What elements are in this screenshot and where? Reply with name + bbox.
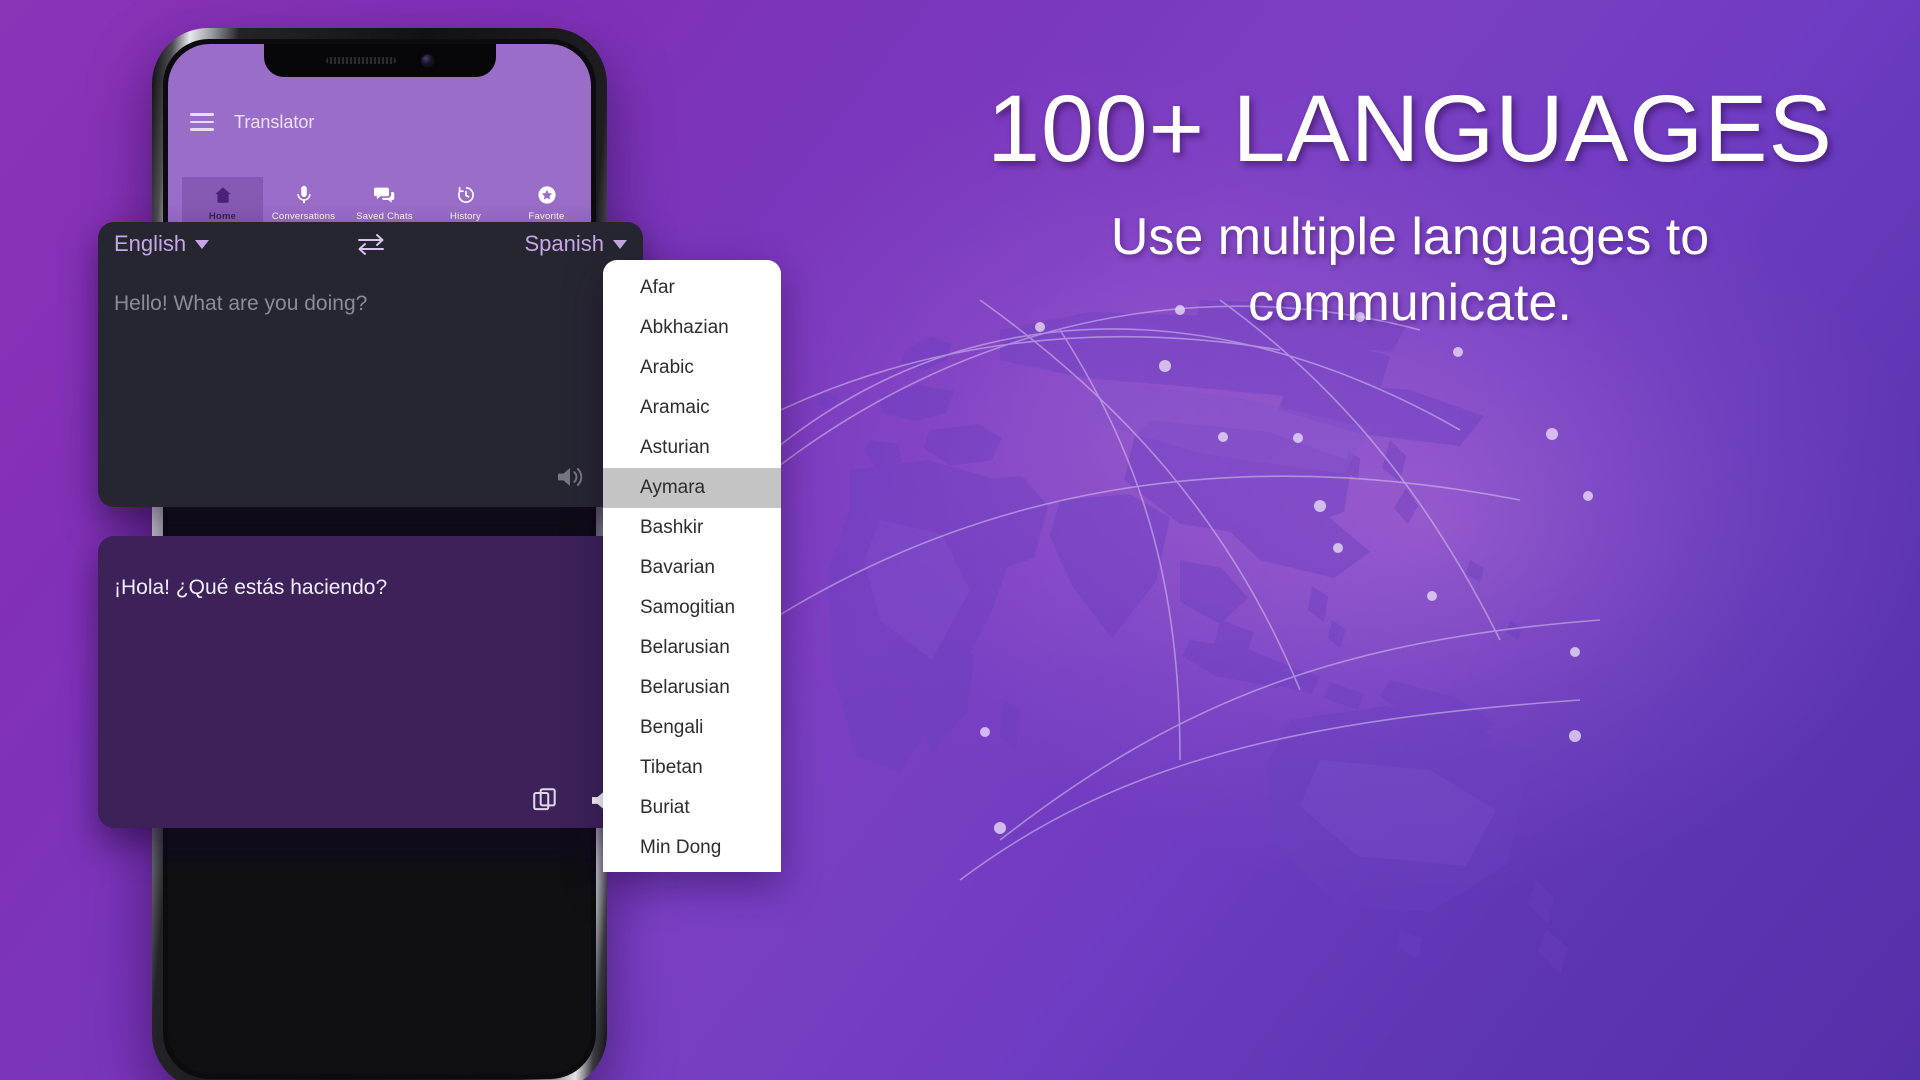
language-option[interactable]: Asturian xyxy=(603,428,781,468)
nav-tab-label: Favorite xyxy=(528,211,565,222)
language-option[interactable]: Bavarian xyxy=(603,548,781,588)
hamburger-menu-icon[interactable] xyxy=(190,113,214,131)
chevron-down-icon xyxy=(613,239,627,249)
language-option[interactable]: Arabic xyxy=(603,348,781,388)
clock-history-icon xyxy=(455,184,477,206)
earpiece-speaker-icon xyxy=(326,57,396,64)
language-option[interactable]: Afar xyxy=(603,268,781,308)
hamburger-line xyxy=(190,128,214,131)
home-icon xyxy=(212,184,234,206)
copy-translation-button[interactable] xyxy=(531,786,559,814)
language-option[interactable]: Abkhazian xyxy=(603,308,781,348)
source-input-placeholder: Hello! What are you doing? xyxy=(114,292,368,315)
speaker-icon xyxy=(558,468,583,486)
swap-languages-button[interactable] xyxy=(353,231,389,257)
app-top-bar: Translator xyxy=(190,102,569,142)
language-option[interactable]: Samogitian xyxy=(603,588,781,628)
promo-text-block: 100+ LANGUAGES Use multiple languages to… xyxy=(940,76,1880,336)
nav-tab-label: Home xyxy=(208,211,237,222)
translated-output-text: ¡Hola! ¿Qué estás haciendo? xyxy=(114,576,388,599)
language-option[interactable]: Buriat xyxy=(603,788,781,828)
language-option[interactable]: Belarusian xyxy=(603,668,781,708)
source-translation-card: English Spanish Hello! What are you doin… xyxy=(98,222,643,507)
promo-banner: 100+ LANGUAGES Use multiple languages to… xyxy=(0,0,1920,1080)
hamburger-line xyxy=(190,120,214,124)
language-option[interactable]: Belarusian xyxy=(603,628,781,668)
front-camera-icon xyxy=(422,55,433,66)
language-option[interactable]: Aramaic xyxy=(603,388,781,428)
target-language-selector[interactable]: Spanish xyxy=(524,231,627,257)
nav-tab-label: History xyxy=(450,211,481,222)
hamburger-line xyxy=(190,113,214,116)
target-translation-card: ¡Hola! ¿Qué estás haciendo? xyxy=(98,536,643,828)
microphone-icon xyxy=(293,184,315,206)
target-language-label: Spanish xyxy=(524,231,604,256)
nav-tab-label: Conversations xyxy=(271,211,336,222)
language-option[interactable]: Bengali xyxy=(603,708,781,748)
language-option[interactable]: Tibetan xyxy=(603,748,781,788)
copy-icon xyxy=(533,788,556,811)
promo-subtitle-line-1: Use multiple languages to xyxy=(1110,207,1710,266)
source-text-area[interactable]: Hello! What are you doing? xyxy=(98,266,643,507)
source-language-label: English xyxy=(114,231,187,256)
phone-notch xyxy=(263,44,496,77)
source-language-selector[interactable]: English xyxy=(114,231,210,257)
source-speaker-button[interactable] xyxy=(555,464,587,495)
language-selector-bar: English Spanish xyxy=(98,222,643,266)
language-option[interactable]: Min Dong xyxy=(603,828,781,868)
chat-bubbles-icon xyxy=(373,184,396,206)
nav-tab-label: Saved Chats xyxy=(356,211,413,222)
swap-arrows-icon xyxy=(357,234,384,255)
language-option[interactable]: Bashkir xyxy=(603,508,781,548)
promo-subtitle: Use multiple languages to communicate. xyxy=(940,204,1880,336)
promo-subtitle-line-2: communicate. xyxy=(1248,273,1572,332)
language-option[interactable]: Aymara xyxy=(603,468,781,508)
app-title: Translator xyxy=(234,111,315,132)
star-circle-icon xyxy=(536,184,558,206)
promo-title: 100+ LANGUAGES xyxy=(987,76,1833,182)
chevron-down-icon xyxy=(195,239,210,249)
language-dropdown-list[interactable]: Afar Abkhazian Arabic Aramaic Asturian Aymara… xyxy=(603,260,781,872)
